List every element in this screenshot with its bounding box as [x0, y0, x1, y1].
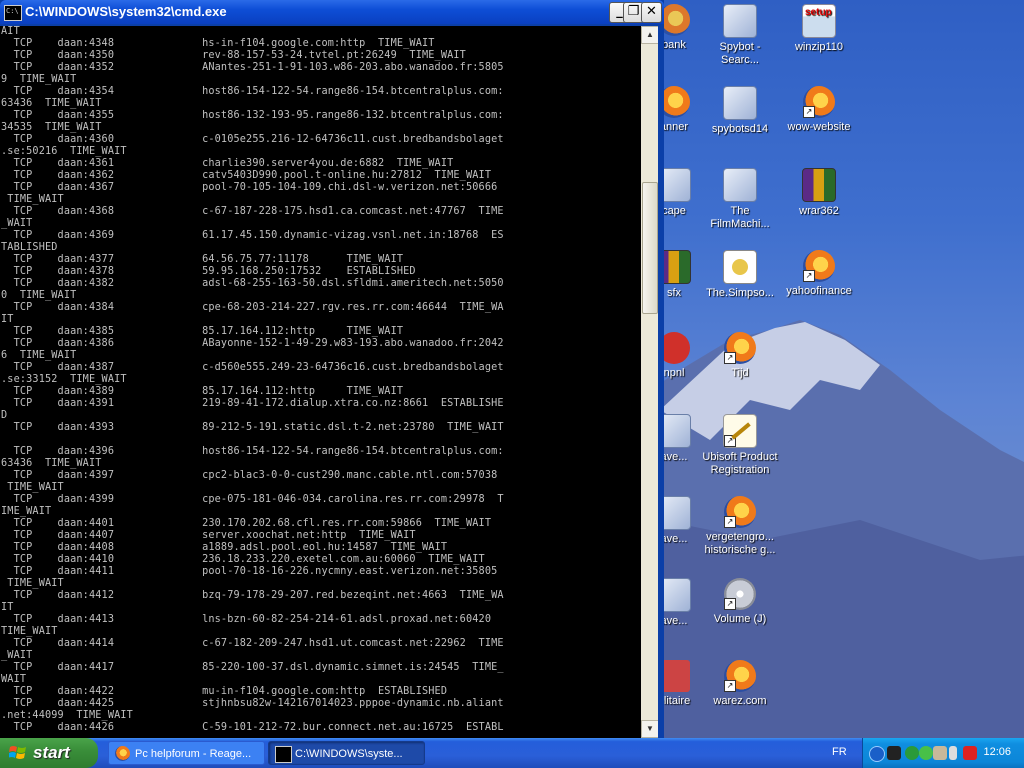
desktop-icon-label: vergetengro... historische g...: [704, 531, 776, 556]
desktop-icon-label: warez.com: [713, 695, 767, 707]
desktop-icon-label: Tijd: [731, 367, 749, 379]
cmd-icon[interactable]: [4, 5, 22, 21]
system-tray: 12:06: [862, 738, 1024, 768]
desktop-icon-label: Volume (J): [713, 613, 767, 625]
desktop-icon-label: bank: [662, 39, 686, 51]
desktop-icon[interactable]: ↗ warez.com: [700, 660, 780, 708]
desktop-icon[interactable]: ↗ yahoofinance: [779, 250, 859, 298]
taskbar: start Pc helpforum - Reage... C:\WINDOWS…: [0, 738, 1024, 768]
title-bar[interactable]: C:\WINDOWS\system32\cmd.exe _ ❐ ✕: [0, 0, 664, 24]
firefox-icon: [115, 746, 130, 761]
clock[interactable]: 12:06: [983, 746, 1011, 758]
vertical-scrollbar[interactable]: ▲ ▼: [641, 26, 659, 738]
desktop-icon[interactable]: The.Simpso...: [700, 250, 780, 300]
desktop-icon-label: The FilmMachi...: [710, 205, 770, 230]
desktop-icon-label: sfx: [666, 287, 682, 299]
desktop-icon-label: Ubisoft Product Registration: [702, 451, 778, 476]
taskbar-item-label: C:\WINDOWS\syste...: [295, 748, 403, 760]
pen-document-icon: ↗: [723, 414, 757, 448]
console-text: AIT TCP daan:4348 hs-in-f104.google.com:…: [1, 26, 504, 733]
cmd-window[interactable]: C:\WINDOWS\system32\cmd.exe _ ❐ ✕ AIT TC…: [0, 0, 664, 738]
desktop-icon[interactable]: wrar362: [779, 168, 859, 218]
scroll-thumb[interactable]: [642, 182, 658, 314]
firefox-shortcut-icon: ↗: [724, 332, 756, 364]
scroll-down-icon[interactable]: ▼: [641, 720, 659, 738]
desktop-icon[interactable]: ↗ Volume (J): [700, 578, 780, 626]
taskbar-item-label: Pc helpforum - Reage...: [135, 748, 252, 760]
taskbar-item-browser[interactable]: Pc helpforum - Reage...: [108, 741, 265, 765]
desktop-icon-label: npnl: [663, 367, 685, 379]
desktop-icon-label: Spybot - Searc...: [719, 41, 761, 66]
winrar-icon: [802, 168, 836, 202]
desktop-icon-label: ave...: [660, 615, 688, 627]
taskbar-item-cmd[interactable]: C:\WINDOWS\syste...: [268, 741, 425, 765]
firefox-shortcut-icon: ↗: [724, 496, 756, 528]
desktop-icon[interactable]: ↗ Tijd: [700, 332, 780, 380]
firefox-shortcut-icon: ↗: [803, 86, 835, 118]
start-label: start: [33, 743, 70, 762]
console-output[interactable]: AIT TCP daan:4348 hs-in-f104.google.com:…: [0, 26, 641, 738]
desktop-icon-label: cape: [662, 205, 686, 217]
tray-green-icon[interactable]: [919, 746, 933, 760]
tray-antivirus-icon[interactable]: [963, 746, 977, 760]
desktop-icon[interactable]: ↗ wow-website: [779, 86, 859, 134]
desktop-icon-label: The.Simpso...: [706, 287, 774, 299]
desktop-icon-label: wrar362: [799, 205, 839, 217]
desktop-icon-label: spybotsd14: [711, 123, 769, 135]
tray-microphone-icon[interactable]: [949, 746, 957, 760]
desktop-icon-label: ave...: [660, 451, 688, 463]
document-icon: [723, 250, 757, 284]
tray-expand-icon[interactable]: [869, 746, 885, 762]
drive-icon: ↗: [724, 578, 756, 610]
spybot-installer-icon: [723, 86, 757, 120]
windows-logo-icon: [9, 746, 26, 759]
desktop-icon-label: anner: [659, 121, 689, 133]
tray-update-icon[interactable]: [905, 746, 919, 760]
setup-icon: setup: [802, 4, 836, 38]
desktop-icon[interactable]: ↗ Ubisoft Product Registration: [700, 414, 780, 477]
close-button[interactable]: ✕: [641, 2, 662, 23]
desktop-icon[interactable]: The FilmMachi...: [700, 168, 780, 231]
tray-dog-icon[interactable]: [887, 746, 901, 760]
desktop-icon[interactable]: spybotsd14: [700, 86, 780, 136]
window-frame: [658, 24, 664, 738]
desktop-icon[interactable]: setup winzip110: [779, 4, 859, 54]
desktop-icon-label: winzip110: [794, 41, 844, 53]
language-indicator[interactable]: FR: [832, 746, 847, 758]
window-title: C:\WINDOWS\system32\cmd.exe: [25, 4, 227, 19]
desktop-icon[interactable]: Spybot - Searc...: [700, 4, 780, 67]
desktop-icon[interactable]: ↗ vergetengro... historische g...: [700, 496, 780, 557]
desktop-icon-label: yahoofinance: [786, 285, 852, 297]
spybot-icon: [723, 4, 757, 38]
scroll-up-icon[interactable]: ▲: [641, 26, 659, 44]
desktop-icon-label: ave...: [660, 533, 688, 545]
desktop-icon-label: wow-website: [787, 121, 851, 133]
firefox-shortcut-icon: ↗: [724, 660, 756, 692]
cmd-icon: [275, 746, 292, 763]
start-button[interactable]: start: [0, 738, 98, 768]
firefox-shortcut-icon: ↗: [803, 250, 835, 282]
installer-icon: [723, 168, 757, 202]
tray-users-icon[interactable]: [933, 746, 947, 760]
